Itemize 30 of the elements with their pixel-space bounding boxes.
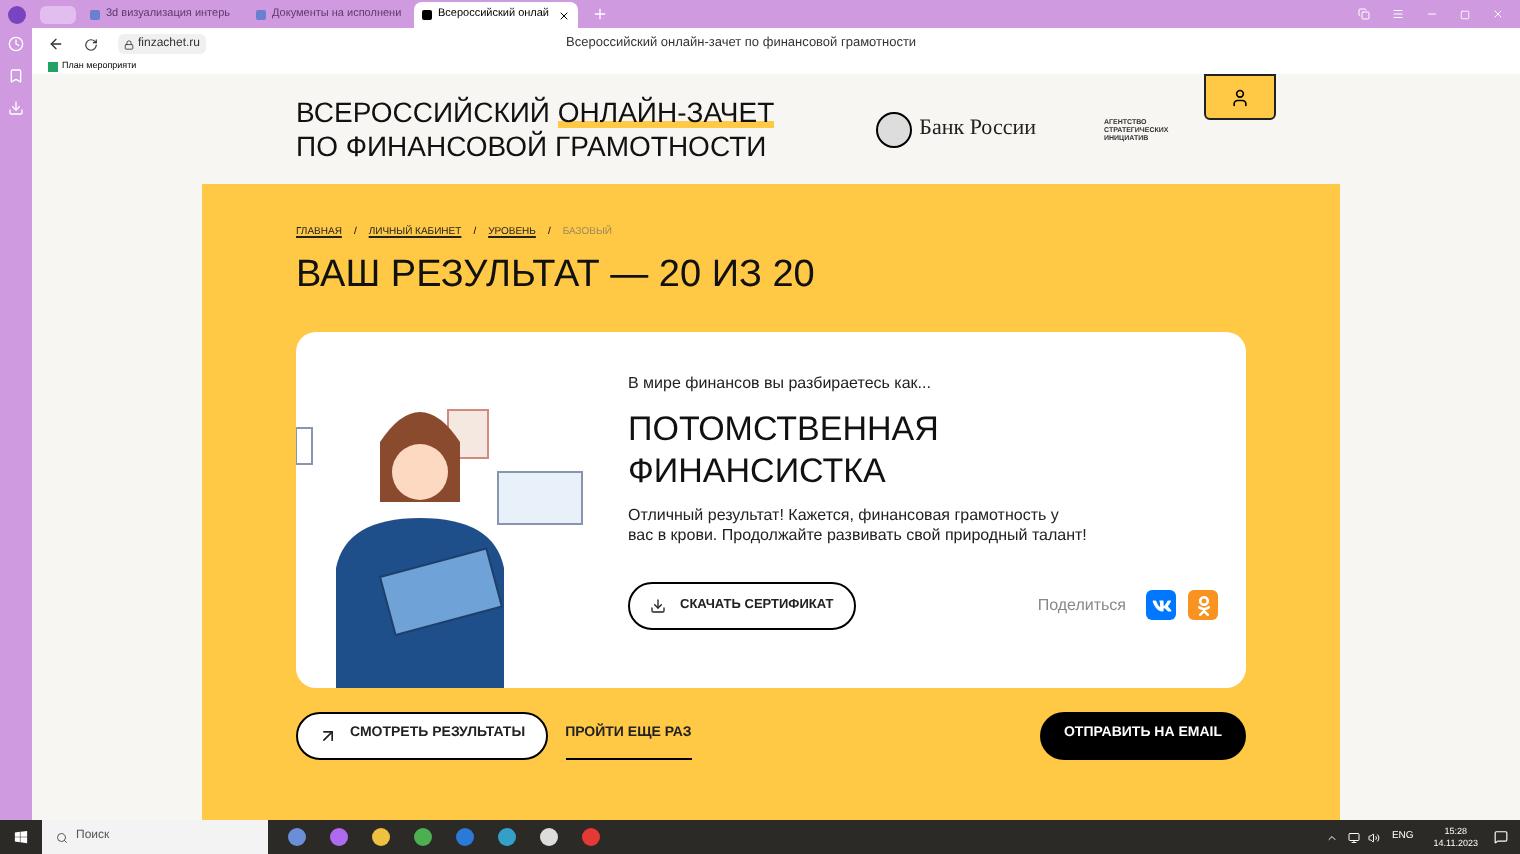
lock-icon [124,39,134,49]
notifications-icon[interactable] [1494,830,1508,844]
close-icon[interactable] [558,9,570,21]
profile-button[interactable] [1204,74,1276,120]
result-heading: ВАШ РЕЗУЛЬТАТ — 20 ИЗ 20 [296,251,817,299]
back-icon[interactable] [48,36,64,52]
bank-logo: Банк России [875,111,1036,147]
taskbar-app-icon[interactable] [372,828,390,846]
result-title: ПОТОМСТВЕННАЯ ФИНАНСИСТКА [628,407,941,491]
result-description: Отличный результат! Кажется, финансовая грамотность у вас в крови. Продолжайте развивать свой природный талант! [628,505,1088,547]
ok-logo-icon [1193,595,1213,615]
vk-logo-icon [1151,595,1171,615]
download-icon [650,597,666,613]
arrow-icon [318,725,338,745]
reload-icon[interactable] [84,37,98,51]
site-title: ВСЕРОССИЙСКИЙ ОНЛАЙН-ЗАЧЕТ ПО ФИНАНСОВОЙ ГРАМОТНОСТИ [296,95,775,163]
taskbar-app-icon[interactable] [414,828,432,846]
ok-share-button[interactable] [1188,590,1218,620]
taskbar-app-icon[interactable] [540,828,558,846]
start-icon[interactable] [14,830,28,844]
taskbar-app-icon[interactable] [288,828,306,846]
result-intro: В мире финансов вы разбираетесь как... [628,371,933,395]
volume-icon[interactable] [1367,831,1380,843]
user-icon [1230,87,1250,107]
search-icon [56,831,68,843]
share-label: Поделиться [1037,593,1126,617]
vk-share-button[interactable] [1146,590,1176,620]
taskbar-app-icon[interactable] [498,828,516,846]
profile-avatar[interactable] [8,5,26,23]
network-icon[interactable] [1347,831,1360,843]
